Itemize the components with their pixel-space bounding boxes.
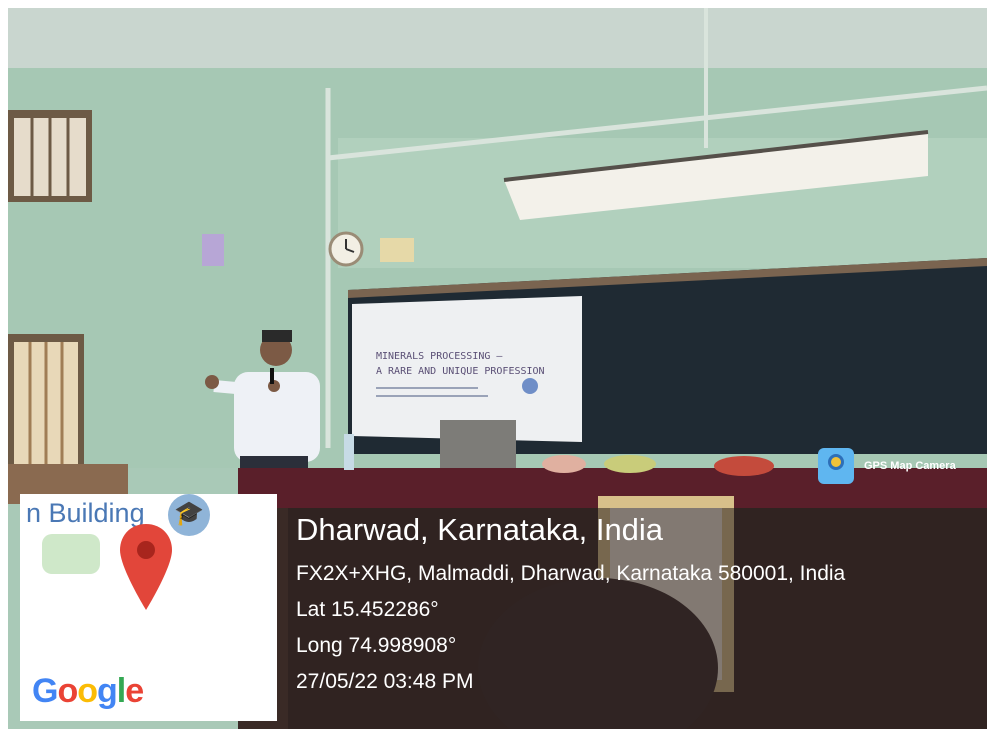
location-longitude: Long 74.998908° <box>296 634 457 657</box>
water-bottle <box>344 434 354 470</box>
gps-map-camera-label: GPS Map Camera <box>864 460 956 472</box>
location-address: FX2X+XHG, Malmaddi, Dharwad, Karnataka 5… <box>296 562 846 585</box>
graduation-cap-icon: 🎓 <box>168 494 210 536</box>
map-green-area <box>42 534 100 574</box>
flower-bouquet-3 <box>714 456 774 476</box>
gps-map-camera-icon <box>818 448 854 484</box>
map-thumbnail: n Building 🎓 Google <box>20 494 277 721</box>
slide-title-line2: A RARE AND UNIQUE PROFESSION <box>376 366 545 377</box>
slide-title-line1: MINERALS PROCESSING – <box>376 351 503 362</box>
location-title: Dharwad, Karnataka, India <box>296 512 664 547</box>
google-logo: Google <box>32 672 144 710</box>
flower-bouquet-2 <box>604 455 656 473</box>
location-latitude: Lat 15.452286° <box>296 598 439 621</box>
map-pin-icon <box>120 524 172 610</box>
gps-map-camera-badge: GPS Map Camera <box>818 448 956 484</box>
flower-bouquet-1 <box>542 455 586 473</box>
laptop <box>440 420 516 468</box>
location-info: Dharwad, Karnataka, India FX2X+XHG, Malm… <box>296 504 845 700</box>
location-datetime: 27/05/22 03:48 PM <box>296 670 474 693</box>
slide-logo <box>522 378 538 394</box>
